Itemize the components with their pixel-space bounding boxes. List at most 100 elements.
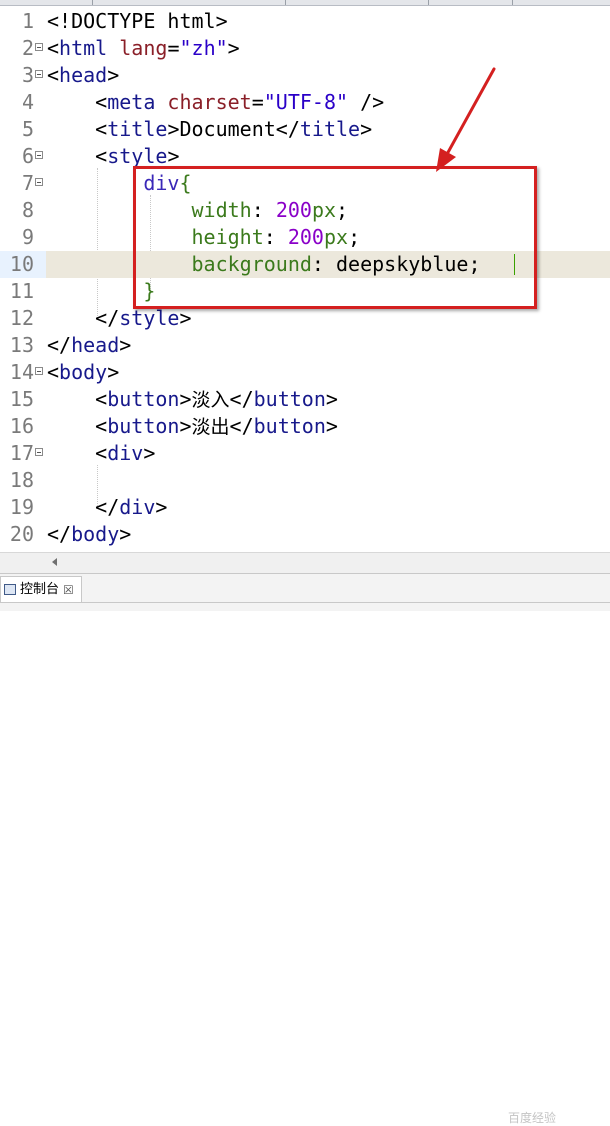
code-token: button bbox=[107, 414, 180, 438]
code-text: <html lang="zh"> bbox=[47, 35, 240, 62]
code-token: > bbox=[167, 144, 180, 168]
code-token: > bbox=[179, 414, 192, 438]
bottom-panel: 控制台 ☒ bbox=[0, 573, 610, 611]
code-token: > bbox=[360, 117, 373, 141]
code-line[interactable]: 16 <button>淡出</button> bbox=[0, 413, 610, 440]
code-token: style bbox=[119, 306, 180, 330]
fold-collapse-icon[interactable] bbox=[35, 151, 43, 159]
code-token: </ bbox=[47, 306, 120, 330]
code-token: <!DOCTYPE html> bbox=[47, 9, 228, 33]
code-line[interactable]: 19 </div> bbox=[0, 494, 610, 521]
line-number: 15 bbox=[9, 387, 34, 411]
horizontal-scrollbar[interactable]: 百度经验 bbox=[0, 552, 610, 1125]
code-line[interactable]: 4 <meta charset="UTF-8" /> bbox=[0, 89, 610, 116]
code-text: </body> bbox=[47, 521, 131, 548]
code-token: >Document</ bbox=[167, 117, 300, 141]
code-line[interactable]: 17 <div> bbox=[0, 440, 610, 467]
highlight-box-annotation bbox=[133, 166, 537, 309]
code-line[interactable]: 14 <body> bbox=[0, 359, 610, 386]
code-token: < bbox=[47, 36, 60, 60]
code-text: </style> bbox=[47, 305, 192, 332]
code-token: < bbox=[47, 441, 108, 465]
code-token: < bbox=[47, 117, 108, 141]
code-token: = bbox=[167, 36, 180, 60]
code-line[interactable]: 1 <!DOCTYPE html> bbox=[0, 8, 610, 35]
line-number: 11 bbox=[9, 279, 34, 303]
code-token: style bbox=[107, 144, 168, 168]
code-token: > bbox=[325, 387, 338, 411]
line-number: 16 bbox=[9, 414, 34, 438]
fold-collapse-icon[interactable] bbox=[35, 178, 43, 186]
fold-collapse-icon[interactable] bbox=[35, 70, 43, 78]
code-token: > bbox=[227, 36, 240, 60]
code-line[interactable]: 20 </body> bbox=[0, 521, 610, 548]
code-token: button bbox=[253, 414, 326, 438]
code-token: > bbox=[119, 522, 132, 546]
tab-console[interactable]: 控制台 ☒ bbox=[0, 576, 82, 603]
fold-collapse-icon[interactable] bbox=[35, 43, 43, 51]
tab-divider bbox=[428, 0, 429, 5]
code-token: title bbox=[299, 117, 361, 141]
line-number: 17 bbox=[9, 441, 34, 465]
watermark-text: 百度经验 bbox=[508, 1111, 557, 1125]
code-token: < bbox=[47, 360, 60, 384]
code-token: button bbox=[253, 387, 326, 411]
line-number: 13 bbox=[9, 333, 34, 357]
line-number: 5 bbox=[21, 117, 34, 141]
line-number: 1 bbox=[21, 9, 34, 33]
code-token: "UTF-8" bbox=[263, 90, 349, 114]
code-token: body bbox=[59, 360, 108, 384]
code-line[interactable]: 15 <button>淡入</button> bbox=[0, 386, 610, 413]
code-token: > bbox=[179, 306, 192, 330]
code-token: head bbox=[71, 333, 120, 357]
code-token: html bbox=[59, 36, 108, 60]
code-token: > bbox=[107, 63, 120, 87]
code-line[interactable]: 18 bbox=[0, 467, 610, 494]
code-text: <!DOCTYPE html> bbox=[47, 8, 228, 35]
code-token: > bbox=[155, 495, 168, 519]
fold-collapse-icon[interactable] bbox=[35, 367, 43, 375]
line-number: 8 bbox=[21, 198, 34, 222]
code-line[interactable]: 13 </head> bbox=[0, 332, 610, 359]
code-token: < bbox=[47, 63, 60, 87]
line-number: 7 bbox=[21, 171, 34, 195]
code-token: > bbox=[179, 387, 192, 411]
close-icon[interactable]: ☒ bbox=[63, 577, 74, 603]
code-token: head bbox=[59, 63, 108, 87]
code-text: </head> bbox=[47, 332, 131, 359]
tab-divider bbox=[285, 0, 286, 5]
code-token: < bbox=[47, 387, 108, 411]
code-token: </ bbox=[229, 414, 254, 438]
code-token: /> bbox=[348, 90, 385, 114]
code-line[interactable]: 3 <head> bbox=[0, 62, 610, 89]
line-number: 14 bbox=[9, 360, 34, 384]
code-token: < bbox=[47, 144, 108, 168]
code-token: </ bbox=[47, 495, 120, 519]
code-token: "zh" bbox=[179, 36, 228, 60]
line-number: 20 bbox=[9, 522, 34, 546]
code-token: charset bbox=[155, 90, 252, 114]
code-token: = bbox=[251, 90, 264, 114]
fold-collapse-icon[interactable] bbox=[35, 448, 43, 456]
code-token: meta bbox=[107, 90, 156, 114]
panel-divider bbox=[0, 602, 610, 603]
line-number: 18 bbox=[9, 468, 34, 492]
code-token: body bbox=[71, 522, 120, 546]
code-token: < bbox=[47, 90, 108, 114]
code-line[interactable]: 2 <html lang="zh"> bbox=[0, 35, 610, 62]
line-number: 2 bbox=[21, 36, 34, 60]
code-token: > bbox=[119, 333, 132, 357]
line-number: 19 bbox=[9, 495, 34, 519]
code-token: 淡入 bbox=[191, 389, 230, 411]
code-line[interactable]: 5 <title>Document</title> bbox=[0, 116, 610, 143]
code-token: lang bbox=[107, 36, 168, 60]
code-token: < bbox=[47, 414, 108, 438]
scroll-left-arrow-icon[interactable] bbox=[52, 558, 57, 566]
code-line[interactable]: 12 </style> bbox=[0, 305, 610, 332]
code-token: div bbox=[119, 495, 156, 519]
code-text: <body> bbox=[47, 359, 119, 386]
code-text: </div> bbox=[47, 494, 167, 521]
code-token: </ bbox=[47, 522, 72, 546]
